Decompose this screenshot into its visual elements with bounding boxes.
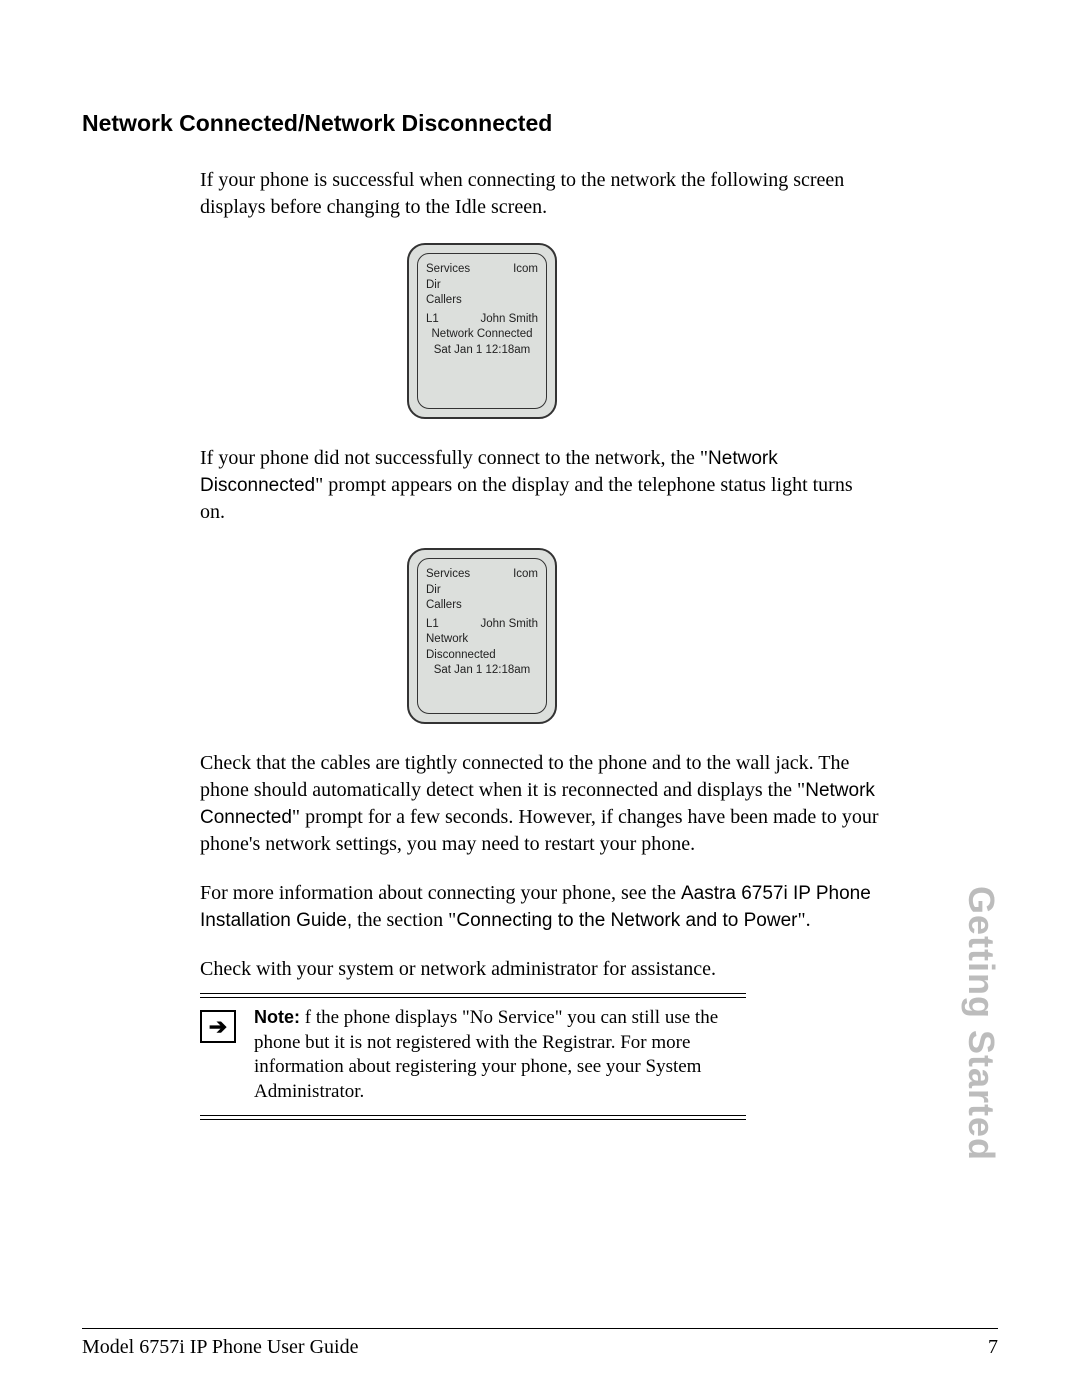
phone-screen-connected-wrap: Services Icom Dir Callers L1 John Smith … <box>82 243 882 419</box>
footer-page-number: 7 <box>988 1336 998 1359</box>
phone-label-services: Services <box>426 567 470 583</box>
phone-datetime: Sat Jan 1 12:18am <box>426 663 538 679</box>
note-block: ➔ Note: f the phone displays "No Service… <box>200 993 746 1120</box>
phone-label-callers: Callers <box>426 598 538 614</box>
phone-screen-disconnected: Services Icom Dir Callers L1 John Smith … <box>407 548 557 724</box>
side-tab-label: Getting Started <box>960 886 1002 1161</box>
phone-datetime: Sat Jan 1 12:18am <box>426 343 538 359</box>
phone-label-callers: Callers <box>426 293 538 309</box>
text-sans-section: Connecting to the Network and to Power <box>456 910 797 931</box>
footer-doc-title: Model 6757i IP Phone User Guide <box>82 1336 358 1359</box>
phone-label-icom: Icom <box>513 262 538 278</box>
text-fragment: Check that the cables are tightly connec… <box>200 752 849 801</box>
text-fragment: For more information about connecting yo… <box>200 882 681 904</box>
phone-display: Services Icom Dir Callers L1 John Smith … <box>417 253 547 409</box>
phone-label-caller-name: John Smith <box>480 312 538 328</box>
phone-label-line: L1 <box>426 617 439 633</box>
text-fragment: " prompt for a few seconds. However, if … <box>200 806 879 855</box>
phone-label-services: Services <box>426 262 470 278</box>
note-body: f the phone displays "No Service" you ca… <box>254 1007 718 1102</box>
phone-label-dir: Dir <box>426 278 538 294</box>
content-area: Network Connected/Network Disconnected I… <box>82 110 882 1120</box>
note-label: Note: <box>254 1007 300 1027</box>
phone-row: L1 John Smith <box>426 617 538 633</box>
paragraph-check-admin: Check with your system or network admini… <box>82 956 882 983</box>
phone-screen-disconnected-wrap: Services Icom Dir Callers L1 John Smith … <box>82 548 882 724</box>
footer-rule <box>82 1328 998 1329</box>
paragraph-more-info: For more information about connecting yo… <box>82 880 882 934</box>
text-fragment: If your phone did not successfully conne… <box>200 447 708 469</box>
phone-status: Network Connected <box>426 327 538 343</box>
phone-status: Network Disconnected <box>426 632 538 663</box>
footer: Model 6757i IP Phone User Guide 7 <box>82 1336 998 1359</box>
text-fragment: ". <box>797 909 810 931</box>
arrow-right-icon: ➔ <box>200 1010 236 1043</box>
section-heading: Network Connected/Network Disconnected <box>82 110 882 137</box>
phone-screen-connected: Services Icom Dir Callers L1 John Smith … <box>407 243 557 419</box>
phone-display: Services Icom Dir Callers L1 John Smith … <box>417 558 547 714</box>
note-text: Note: f the phone displays "No Service" … <box>254 1006 746 1105</box>
phone-row: Services Icom <box>426 262 538 278</box>
paragraph-check-cables: Check that the cables are tightly connec… <box>82 750 882 858</box>
phone-label-caller-name: John Smith <box>480 617 538 633</box>
phone-label-icom: Icom <box>513 567 538 583</box>
text-fragment: the section " <box>352 909 456 931</box>
note-inner: ➔ Note: f the phone displays "No Service… <box>200 997 746 1116</box>
phone-row: Services Icom <box>426 567 538 583</box>
paragraph-disconnected: If your phone did not successfully conne… <box>82 445 882 526</box>
paragraph-intro: If your phone is successful when connect… <box>82 167 882 221</box>
page: Network Connected/Network Disconnected I… <box>0 0 1080 1397</box>
phone-label-line: L1 <box>426 312 439 328</box>
phone-row: L1 John Smith <box>426 312 538 328</box>
phone-label-dir: Dir <box>426 583 538 599</box>
